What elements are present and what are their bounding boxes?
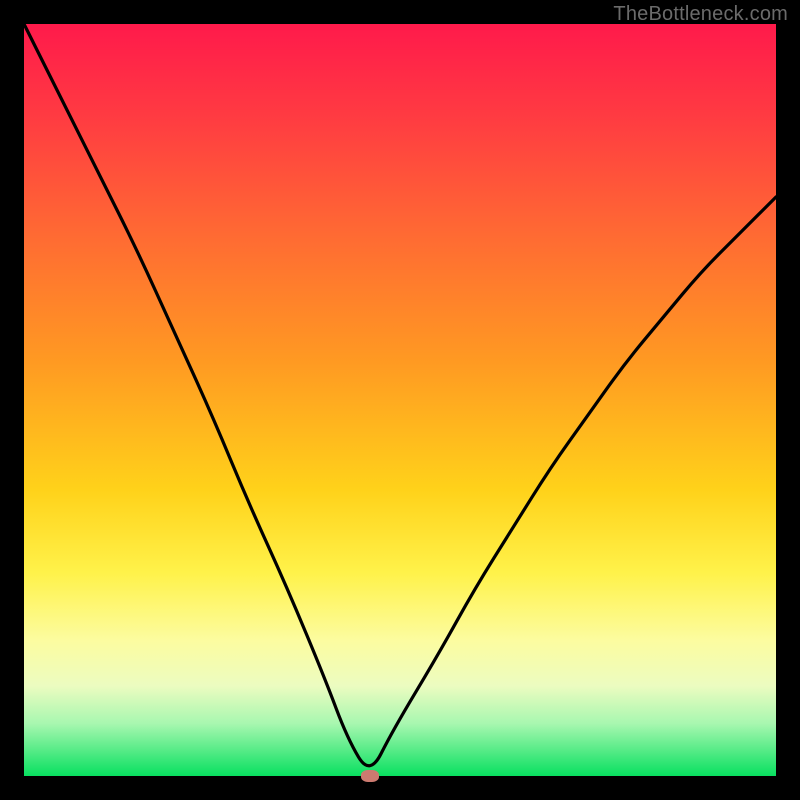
plot-area (24, 24, 776, 776)
curve-path (24, 24, 776, 766)
minimum-marker (361, 770, 379, 782)
watermark-text: TheBottleneck.com (613, 3, 788, 26)
bottleneck-curve (24, 24, 776, 776)
chart-frame: TheBottleneck.com (0, 0, 800, 800)
